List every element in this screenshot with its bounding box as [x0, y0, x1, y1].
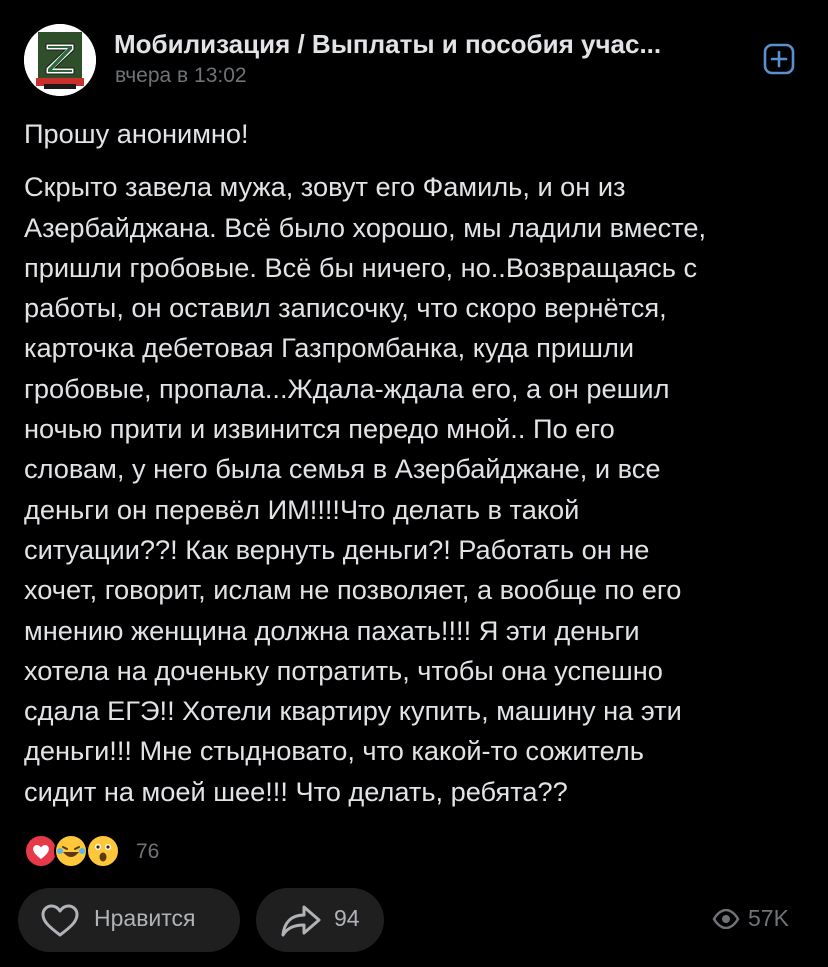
text-line: пришли гробовые. Всё бы ничего, но..Возв…	[24, 251, 698, 283]
views-count: 57K	[748, 905, 789, 931]
group-avatar[interactable]	[24, 24, 96, 96]
group-name[interactable]: Мобилизация / Выплаты и пособия учас...	[114, 29, 734, 60]
heart-outline-icon	[41, 904, 79, 937]
subscribe-button[interactable]	[763, 43, 795, 75]
text-line: Азербайджана. Всё было хорошо, мы ладили…	[24, 211, 707, 243]
post-text: Прошу анонимно! Скрыто завела мужа, зову…	[24, 114, 809, 812]
like-label: Нравится	[94, 905, 196, 931]
laughing-tears-reaction-icon	[54, 834, 88, 868]
reactions-count: 76	[136, 840, 160, 863]
text-line: ночью прити и извинится передо мной.. По…	[24, 413, 615, 445]
text-line: хочет, говорит, ислам не позволяет, а во…	[24, 574, 682, 606]
text-line: Скрыто завела мужа, зовут его Фамиль, и …	[24, 171, 626, 203]
share-arrow-icon	[281, 905, 321, 937]
text-line: словам, у него была семья в Азербайджане…	[24, 453, 661, 485]
z-logo-icon	[24, 24, 96, 96]
heart-reaction-icon	[24, 834, 58, 868]
surprised-reaction-icon	[86, 834, 120, 868]
share-count: 94	[334, 905, 360, 931]
text-line: мнению женщина должна пахать!!!! Я эти д…	[24, 614, 640, 646]
like-button[interactable]: Нравится	[18, 888, 240, 952]
text-line: карточка дебетовая Газпромбанка, куда пр…	[24, 332, 635, 364]
plus-square-icon	[763, 43, 795, 75]
post-lead: Прошу анонимно!	[24, 118, 249, 149]
text-line: сдала ЕГЭ!! Хотели квартиру купить, маши…	[24, 695, 682, 727]
text-line: хотела на доченьку потратить, чтобы она …	[24, 654, 663, 686]
text-line: сидит на моей шее!!! Что делать, ребята?…	[24, 775, 568, 807]
text-line: гробовые, пропала...Ждала-ждала его, а о…	[24, 372, 670, 404]
post-header: Мобилизация / Выплаты и пособия учас... …	[24, 24, 804, 96]
text-line: работы, он оставил записочку, что скоро …	[24, 292, 667, 324]
eye-icon	[712, 909, 740, 929]
text-line: деньги!!! Мне стыдновато, что какой-то с…	[24, 735, 644, 767]
text-line: деньги он перевёл ИМ!!!!Что делать в так…	[24, 493, 580, 525]
text-line: ситуации??! Как вернуть деньги?! Работат…	[24, 533, 650, 565]
post-time: вчера в 13:02	[115, 64, 247, 87]
views-counter: 57K	[712, 905, 802, 935]
share-button[interactable]: 94	[256, 888, 384, 952]
